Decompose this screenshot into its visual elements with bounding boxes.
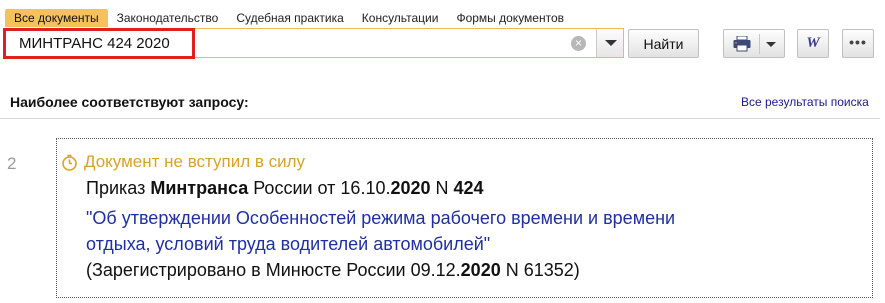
- find-button[interactable]: Найти: [628, 29, 699, 58]
- result-card[interactable]: Документ не вступил в силу Приказ Минтра…: [56, 138, 873, 298]
- more-icon: •••: [849, 34, 867, 50]
- tab-legislation[interactable]: Законодательство: [108, 9, 228, 27]
- title-line-1: "Об утверждении Особенностей режима рабо…: [86, 208, 676, 228]
- split-divider: [759, 34, 760, 54]
- doc-type: Приказ: [86, 178, 151, 198]
- search-page: Все документы Законодательство Судебная …: [0, 0, 885, 303]
- search-input[interactable]: [7, 30, 592, 56]
- printer-icon: [733, 36, 751, 52]
- chevron-down-icon[interactable]: [766, 42, 776, 47]
- chevron-down-icon: [605, 40, 617, 46]
- print-button[interactable]: [723, 29, 785, 58]
- word-icon: W: [806, 35, 820, 51]
- status-text: Документ не вступил в силу: [84, 152, 306, 171]
- all-results-link[interactable]: Все результаты поиска: [741, 95, 869, 109]
- doc-number: 424: [453, 178, 484, 198]
- search-history-dropdown-button[interactable]: [596, 29, 623, 57]
- tab-consultations[interactable]: Консультации: [353, 9, 448, 27]
- registration-year: 2020: [460, 260, 501, 280]
- doc-number-prefix: N: [430, 178, 454, 198]
- document-description: Приказ Минтранса России от 16.10.2020 N …: [86, 178, 484, 199]
- more-button[interactable]: •••: [842, 29, 874, 58]
- result-number: 2: [7, 154, 17, 173]
- tab-all-documents[interactable]: Все документы: [5, 9, 108, 27]
- registration-info: (Зарегистрировано в Минюсте России 09.12…: [86, 260, 580, 281]
- search-box: ×: [5, 28, 624, 58]
- divider: [0, 118, 880, 119]
- doc-date-prefix: России от 16.10.: [248, 178, 391, 198]
- search-tabs: Все документы Законодательство Судебная …: [5, 9, 573, 29]
- doc-year: 2020: [390, 178, 431, 198]
- tab-document-forms[interactable]: Формы документов: [447, 9, 573, 27]
- clear-icon[interactable]: ×: [571, 36, 586, 51]
- tab-court-practice[interactable]: Судебная практика: [227, 9, 352, 27]
- export-word-button[interactable]: W: [797, 29, 829, 58]
- document-title-link[interactable]: "Об утверждении Особенностей режима рабо…: [86, 205, 846, 257]
- results-heading: Наиболее соответствуют запросу:: [10, 94, 249, 110]
- clock-icon: [62, 154, 77, 171]
- registration-number: N 61352): [500, 260, 580, 280]
- doc-issuer: Минтранса: [150, 178, 249, 198]
- status-row: Документ не вступил в силу: [61, 152, 305, 172]
- title-line-2: отдыха, условий труда водителей автомоби…: [86, 234, 491, 254]
- registration-prefix: (Зарегистрировано в Минюсте России 09.12…: [86, 260, 461, 280]
